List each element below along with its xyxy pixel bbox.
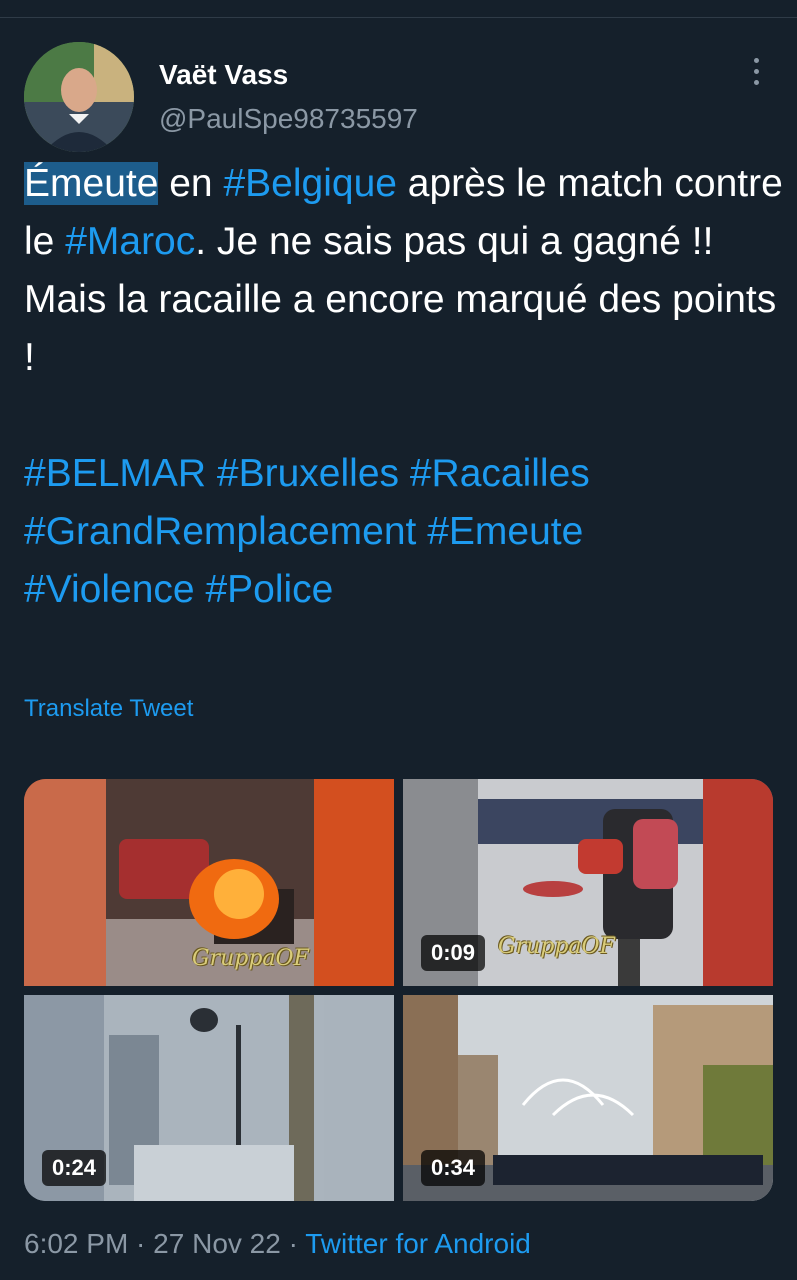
hashtag-link[interactable]: #Police <box>205 568 333 611</box>
avatar-image <box>24 42 134 152</box>
hashtag-link[interactable]: #GrandRemplacement <box>24 510 416 553</box>
video-duration: 0:09 <box>421 935 486 971</box>
highlighted-word: Émeute <box>24 162 159 205</box>
hashtag-link[interactable]: #Racailles <box>410 452 590 495</box>
tweet-time[interactable]: 6:02 PM <box>24 1228 128 1259</box>
hashtag-link[interactable]: #BELMAR <box>24 452 206 495</box>
translate-tweet-link[interactable]: Translate Tweet <box>24 695 193 723</box>
tweet-source-link[interactable]: Twitter for Android <box>305 1228 531 1259</box>
tweet-text-part: . Je ne sais pas qui a gagné !! <box>195 220 714 263</box>
video-duration: 0:34 <box>421 1150 486 1186</box>
tweet-text: Émeute en #Belgique après le match contr… <box>24 155 784 619</box>
avatar[interactable] <box>24 42 134 152</box>
tweet-text-part: en <box>158 162 224 205</box>
separator: · <box>280 1228 306 1259</box>
tweet-paragraph-2: Mais la racaille a encore marqué des poi… <box>24 278 777 379</box>
hashtag-link[interactable]: #Maroc <box>65 220 195 263</box>
media-grid: GruppaOF GruppaOF 0:09 0:24 0:34 <box>24 779 773 1201</box>
tweet-paragraph-1: Émeute en #Belgique après le match contr… <box>24 155 784 271</box>
media-video-4[interactable]: 0:34 <box>403 995 773 1201</box>
hashtag-link[interactable]: #Bruxelles <box>217 452 399 495</box>
tweet-metadata: 6:02 PM · 27 Nov 22 · Twitter for Androi… <box>24 1228 531 1260</box>
hashtag-link[interactable]: #Emeute <box>427 510 583 553</box>
video-watermark: GruppaOF <box>498 934 615 959</box>
tweet-date[interactable]: 27 Nov 22 <box>153 1228 281 1259</box>
video-watermark: GruppaOF <box>192 946 309 971</box>
media-video-2[interactable]: GruppaOF 0:09 <box>403 779 773 986</box>
hashtag-list: #BELMAR #Bruxelles #Racailles #GrandRemp… <box>24 445 784 619</box>
separator: · <box>128 1228 154 1259</box>
media-video-1[interactable]: GruppaOF <box>24 779 394 986</box>
video-duration: 0:24 <box>42 1150 107 1186</box>
media-video-3[interactable]: 0:24 <box>24 995 394 1201</box>
user-handle[interactable]: @PaulSpe98735597 <box>159 103 418 135</box>
hashtag-link[interactable]: #Violence <box>24 568 195 611</box>
more-options-icon[interactable] <box>740 58 772 94</box>
top-divider <box>0 17 797 18</box>
display-name[interactable]: Vaët Vass <box>159 59 288 91</box>
hashtag-link[interactable]: #Belgique <box>223 162 396 205</box>
